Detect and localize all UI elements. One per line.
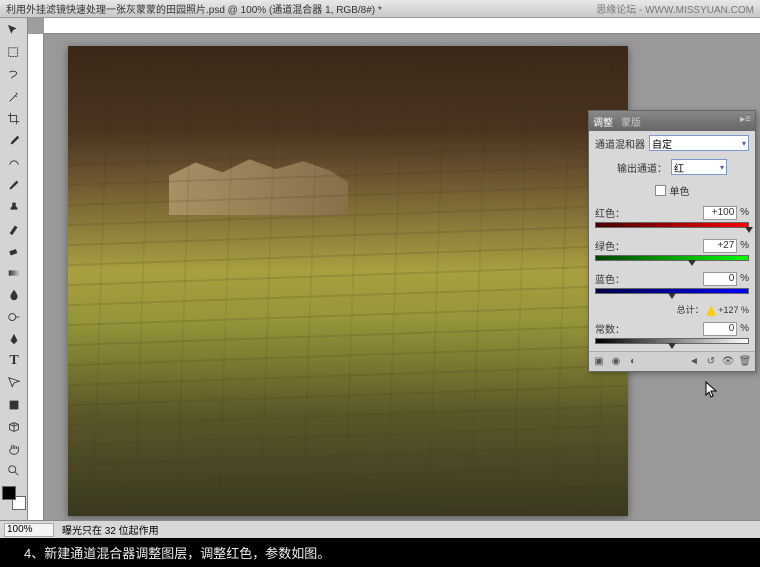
output-label: 输出通道：	[617, 160, 667, 175]
stamp-tool-icon[interactable]	[2, 197, 26, 217]
prev-icon[interactable]: ◄	[688, 356, 700, 368]
dodge-tool-icon[interactable]	[2, 307, 26, 327]
tab-masks[interactable]: 蒙版	[621, 114, 641, 129]
constant-label: 常数：	[595, 321, 625, 336]
fg-color-swatch[interactable]	[2, 486, 16, 500]
panel-tabs: 调整 蒙版 ▸≡	[589, 111, 755, 131]
title-bar: 利用外挂滤镜快速处理一张灰蒙蒙的田园照片.psd @ 100% (通道混合器 1…	[0, 0, 760, 18]
visibility-icon[interactable]: 👁	[722, 356, 734, 368]
green-slider[interactable]	[595, 255, 749, 265]
watermark: 思缘论坛 - WWW.MISSYUAN.COM	[596, 1, 754, 16]
constant-value[interactable]: 0	[703, 322, 737, 336]
main-area: T 调整 蒙版 ▸≡	[0, 18, 760, 520]
move-tool-icon[interactable]	[2, 21, 26, 41]
panel-footer: ▣ ◉ ◐ ◄ ↺ 👁 🗑	[589, 351, 755, 371]
brush-tool-icon[interactable]	[2, 175, 26, 195]
eraser-tool-icon[interactable]	[2, 241, 26, 261]
pen-tool-icon[interactable]	[2, 329, 26, 349]
tool-palette: T	[0, 18, 28, 520]
color-swatches[interactable]	[2, 486, 26, 510]
total-row: 总计： +127 %	[589, 301, 755, 318]
mixer-header: 通道混和器 自定	[589, 131, 755, 155]
tab-adjustments[interactable]: 调整	[593, 114, 613, 129]
type-tool-icon[interactable]: T	[2, 351, 26, 371]
eyedropper-tool-icon[interactable]	[2, 131, 26, 151]
3d-tool-icon[interactable]	[2, 417, 26, 437]
blur-tool-icon[interactable]	[2, 285, 26, 305]
zoom-level[interactable]: 100%	[4, 523, 54, 537]
panel-menu-icon[interactable]: ▸≡	[740, 114, 751, 125]
constant-slider[interactable]	[595, 338, 749, 348]
history-brush-icon[interactable]	[2, 219, 26, 239]
blue-label: 蓝色：	[595, 271, 625, 286]
output-row: 输出通道： 红	[589, 155, 755, 179]
lasso-tool-icon[interactable]	[2, 65, 26, 85]
photoshop-window: 利用外挂滤镜快速处理一张灰蒙蒙的田园照片.psd @ 100% (通道混合器 1…	[0, 0, 760, 538]
clip-icon[interactable]: ◐	[627, 356, 639, 368]
constant-slider-row: 常数： 0 %	[589, 318, 755, 351]
mixer-label: 通道混和器	[595, 136, 645, 151]
photo-content	[68, 46, 628, 516]
red-label: 红色：	[595, 205, 625, 220]
zoom-tool-icon[interactable]	[2, 461, 26, 481]
blue-slider[interactable]	[595, 288, 749, 298]
green-value[interactable]: +27	[703, 239, 737, 253]
marquee-tool-icon[interactable]	[2, 43, 26, 63]
status-bar: 100% 曝光只在 32 位起作用	[0, 520, 760, 538]
document-title: 利用外挂滤镜快速处理一张灰蒙蒙的田园照片.psd @ 100% (通道混合器 1…	[6, 1, 382, 16]
mono-row: 单色	[589, 179, 755, 202]
tutorial-caption: 4、新建通道混合器调整图层，调整红色，参数如图。	[0, 538, 760, 567]
wand-tool-icon[interactable]	[2, 87, 26, 107]
gradient-tool-icon[interactable]	[2, 263, 26, 283]
red-value[interactable]: +100	[703, 206, 737, 220]
heal-tool-icon[interactable]	[2, 153, 26, 173]
monochrome-label: 单色	[670, 183, 690, 198]
layer-icon[interactable]: ▣	[593, 356, 605, 368]
hand-tool-icon[interactable]	[2, 439, 26, 459]
red-slider-row: 红色： +100 %	[589, 202, 755, 235]
status-info: 曝光只在 32 位起作用	[62, 522, 159, 537]
crop-tool-icon[interactable]	[2, 109, 26, 129]
output-channel-select[interactable]: 红	[671, 159, 727, 175]
path-tool-icon[interactable]	[2, 373, 26, 393]
green-slider-row: 绿色： +27 %	[589, 235, 755, 268]
trash-icon[interactable]: 🗑	[739, 356, 751, 368]
shape-tool-icon[interactable]	[2, 395, 26, 415]
preset-select[interactable]: 自定	[649, 135, 749, 151]
reset-icon[interactable]: ↺	[705, 356, 717, 368]
monochrome-checkbox[interactable]	[655, 185, 666, 196]
blue-value[interactable]: 0	[703, 272, 737, 286]
red-slider[interactable]	[595, 222, 749, 232]
view-icon[interactable]: ◉	[610, 356, 622, 368]
vertical-ruler	[28, 34, 44, 520]
adjustments-panel: 调整 蒙版 ▸≡ 通道混和器 自定 输出通道： 红 单色 红色： +100 %	[588, 110, 756, 372]
warning-icon	[706, 306, 716, 316]
green-label: 绿色：	[595, 238, 625, 253]
horizontal-ruler	[44, 18, 760, 34]
blue-slider-row: 蓝色： 0 %	[589, 268, 755, 301]
